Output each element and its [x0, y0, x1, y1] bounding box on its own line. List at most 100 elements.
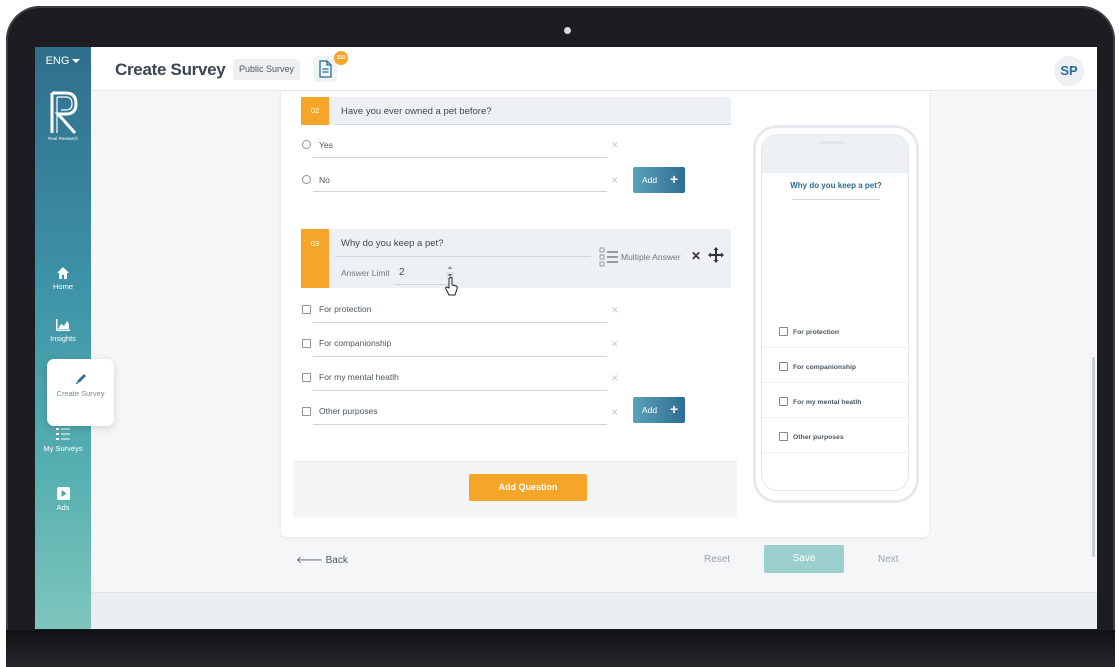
multiple-answer-icon: [599, 247, 618, 267]
radio-icon: [302, 175, 311, 184]
remove-option-icon[interactable]: ✕: [611, 373, 619, 384]
question-number: 02: [301, 97, 329, 125]
checkbox-icon: [779, 362, 788, 371]
plus-icon: +: [670, 171, 679, 187]
question-text[interactable]: Have you ever owned a pet before?: [341, 106, 492, 117]
option-text[interactable]: For protection: [319, 304, 371, 314]
checkbox-icon: [302, 407, 311, 416]
checkbox-icon: [302, 339, 311, 348]
back-label: Back: [325, 555, 348, 566]
top-bar: Create Survey Public Survey 110 SP: [91, 47, 1097, 91]
remove-option-icon[interactable]: ✕: [611, 175, 619, 186]
add-button-label: Add: [642, 405, 658, 415]
plus-icon: +: [670, 401, 679, 417]
survey-type-badge[interactable]: Public Survey: [233, 59, 301, 80]
question-text[interactable]: Why do you keep a pet?: [341, 238, 443, 249]
sidebar-item-label: Ads: [56, 503, 70, 512]
phone-top-bar: [762, 135, 908, 173]
save-button[interactable]: Save: [764, 545, 844, 573]
webcam: [564, 27, 571, 34]
arrow-left-icon: 🡐: [296, 555, 323, 566]
sidebar-item-create-survey[interactable]: Create Survey: [47, 359, 114, 426]
list-icon: [56, 428, 70, 440]
option-text[interactable]: Other purposes: [319, 406, 378, 416]
add-question-button[interactable]: Add Question: [469, 474, 587, 501]
mouse-cursor-icon: [445, 277, 458, 296]
question-underline: [335, 124, 731, 125]
option-underline: [313, 390, 607, 391]
sidebar-item-label: Create Survey: [56, 389, 105, 398]
checkbox-icon: [302, 305, 311, 314]
option-text[interactable]: No: [319, 175, 330, 185]
app-screen: ENG Real Research Home Insights My Surve…: [35, 47, 1097, 629]
preview-option-label: For companionship: [793, 364, 857, 371]
remove-option-icon[interactable]: ✕: [611, 140, 619, 151]
pencil-icon: [75, 374, 86, 384]
preview-option[interactable]: For my mental heatlh: [762, 388, 908, 418]
question-number: 03: [301, 229, 329, 288]
language-label: ENG: [45, 55, 70, 67]
answer-type-label[interactable]: Multiple Answer: [621, 252, 681, 262]
sidebar-item-label: My Surveys: [43, 444, 83, 453]
preview-option[interactable]: For companionship: [762, 353, 908, 383]
reset-button[interactable]: Reset: [704, 554, 730, 565]
question-header: 02 Have you ever owned a pet before?: [301, 97, 731, 125]
bottom-strip: [91, 592, 1097, 629]
preview-option-label: Other purposes: [793, 434, 844, 441]
radio-icon: [302, 140, 311, 149]
language-selector[interactable]: ENG: [35, 55, 91, 67]
checkbox-icon: [779, 397, 788, 406]
remove-option-icon[interactable]: ✕: [611, 305, 619, 316]
option-underline: [313, 356, 607, 357]
preview-question: Why do you keep a pet?: [790, 181, 882, 190]
next-button[interactable]: Next: [878, 554, 899, 565]
option-underline: [313, 157, 607, 158]
delete-question-icon[interactable]: ✕: [691, 249, 701, 263]
answer-limit-value[interactable]: 2: [399, 267, 405, 278]
checkbox-icon: [779, 432, 788, 441]
back-button[interactable]: 🡐 Back: [296, 554, 348, 566]
phone-preview-screen: Why do you keep a pet? For protection Fo…: [761, 134, 909, 491]
preview-option-label: For my mental heatlh: [793, 399, 862, 406]
question-underline: [335, 256, 591, 257]
remove-option-icon[interactable]: ✕: [611, 339, 619, 350]
preview-option-label: For protection: [793, 329, 840, 336]
option-underline: [313, 322, 607, 323]
add-option-button[interactable]: Add +: [633, 397, 685, 423]
add-button-label: Add: [642, 175, 658, 185]
caret-down-icon: [72, 59, 81, 64]
preview-question-underline: [792, 199, 880, 200]
scrollbar[interactable]: [1092, 357, 1095, 557]
move-icon[interactable]: [708, 247, 724, 263]
page-title: Create Survey: [115, 60, 226, 79]
play-icon: [56, 487, 70, 500]
checkbox-icon: [302, 373, 311, 382]
sidebar-item-my-surveys[interactable]: My Surveys: [35, 427, 91, 453]
preview-option[interactable]: Other purposes: [762, 423, 908, 453]
sidebar-item-home[interactable]: Home: [35, 267, 91, 291]
chart-icon: [56, 319, 70, 331]
sidebar-item-label: Home: [52, 282, 73, 291]
add-option-button[interactable]: Add +: [633, 167, 685, 193]
option-text[interactable]: For my mental heatlh: [319, 372, 399, 382]
avatar[interactable]: SP: [1054, 56, 1084, 86]
answer-limit-label: Answer Limit: [341, 268, 390, 278]
phone-notch: [819, 141, 845, 144]
sidebar: ENG Real Research Home Insights My Surve…: [35, 47, 91, 629]
sidebar-item-ads[interactable]: Ads: [35, 487, 91, 512]
question-header: 03 Why do you keep a pet? Answer Limit 2…: [301, 229, 731, 288]
option-underline: [313, 191, 607, 192]
option-underline: [313, 424, 607, 425]
option-text[interactable]: Yes: [319, 140, 333, 150]
preview-option[interactable]: For protection: [762, 318, 908, 348]
option-text[interactable]: For companionship: [319, 338, 391, 348]
remove-option-icon[interactable]: ✕: [611, 407, 619, 418]
add-question-area: Add Question: [293, 461, 737, 517]
logo-text: Real Research: [48, 136, 78, 141]
notification-badge: 110: [334, 51, 348, 65]
laptop-bottom-edge: [6, 630, 1115, 667]
sidebar-item-label: Insights: [50, 334, 76, 343]
home-icon: [57, 267, 69, 279]
checkbox-icon: [779, 327, 788, 336]
sidebar-item-insights[interactable]: Insights: [35, 319, 91, 343]
